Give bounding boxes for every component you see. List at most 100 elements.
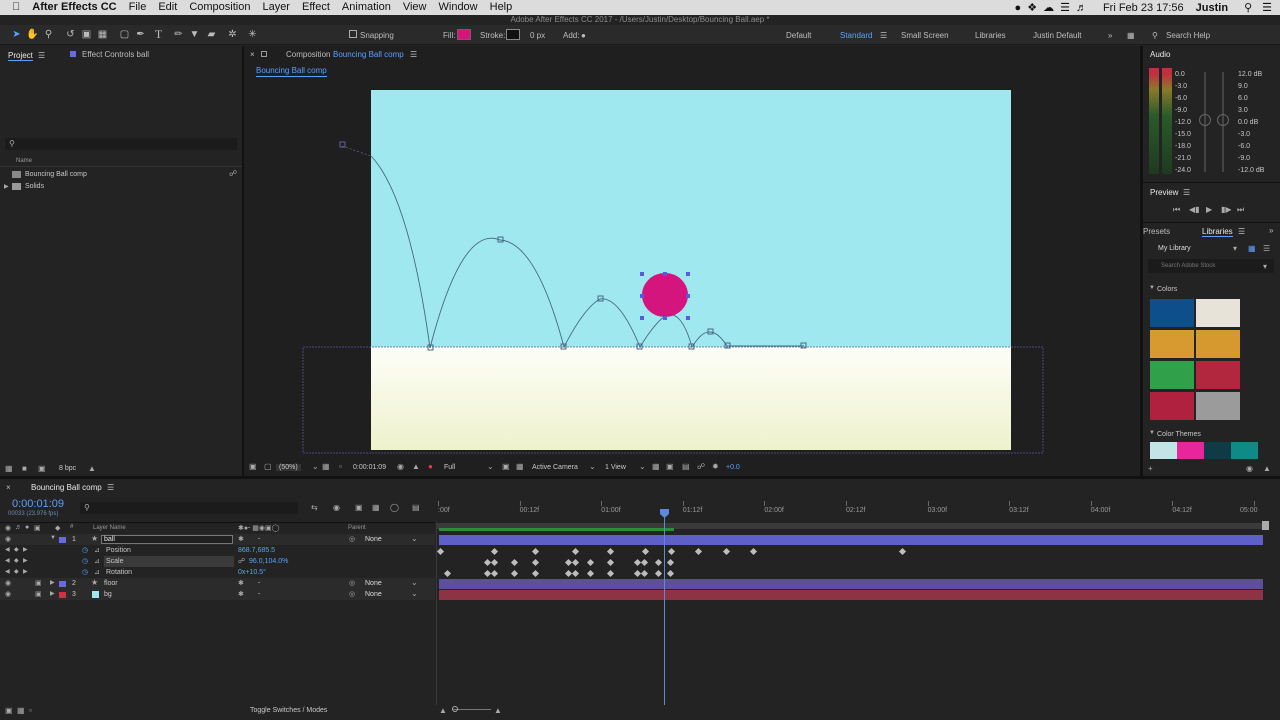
snapshot-icon[interactable]: ◉ <box>397 462 404 471</box>
view-layout-dropdown[interactable]: 1 View <box>605 464 626 471</box>
layer-row[interactable]: ◉ ▣ ▶ 3 bg ✱ ╴ ◎ None ⌄ <box>0 589 435 600</box>
collapse-switch-icon[interactable]: ✱ <box>238 535 244 543</box>
library-dropdown[interactable]: My Library <box>1158 245 1191 252</box>
stretch-icon[interactable]: ▫ <box>29 706 32 715</box>
solo-icon[interactable]: ● <box>25 524 29 531</box>
keyframe[interactable] <box>531 547 540 556</box>
search-help-input[interactable]: Search Help <box>1166 31 1210 40</box>
keyframe[interactable] <box>531 558 540 567</box>
prev-keyframe-icon[interactable]: ◀ <box>5 557 10 564</box>
draft-3d-icon[interactable]: ◉ <box>333 503 340 512</box>
layer-name[interactable]: floor <box>104 580 118 587</box>
color-swatch[interactable] <box>1150 330 1194 358</box>
audio-slider-thumb[interactable] <box>1199 114 1211 126</box>
layer-bar-ball[interactable] <box>439 535 1263 545</box>
parent-header[interactable]: Parent <box>348 525 366 531</box>
preview-menu-icon[interactable]: ☰ <box>1183 188 1190 197</box>
chevron-down-icon[interactable]: ▾ <box>1263 262 1267 271</box>
menu-help[interactable]: Help <box>484 0 519 15</box>
new-comp-icon[interactable]: ▣ <box>38 464 46 473</box>
pickwhip-icon[interactable]: ◎ <box>349 590 355 598</box>
interpret-footage-icon[interactable]: ▦ <box>5 464 13 473</box>
lock-icon[interactable]: ▣ <box>35 579 42 587</box>
comp-timecode[interactable]: 0:00:01:09 <box>353 464 386 471</box>
keyframe[interactable] <box>667 547 676 556</box>
keyframe[interactable] <box>586 569 595 578</box>
comp-viewer[interactable] <box>244 46 1140 476</box>
keyframe[interactable] <box>606 547 615 556</box>
visibility-eye-icon[interactable]: ◉ <box>5 590 11 598</box>
keyframe[interactable] <box>436 547 445 556</box>
chevron-down-icon[interactable]: ⌄ <box>589 462 596 471</box>
pickwhip-icon[interactable]: ◎ <box>349 579 355 587</box>
flowchart-icon[interactable]: ☍ <box>697 462 705 471</box>
timeline-search-input[interactable] <box>80 502 298 514</box>
layer-bar-floor[interactable] <box>439 579 1263 589</box>
workspace-standard[interactable]: Standard <box>840 31 872 40</box>
roto-brush-tool-icon[interactable]: ✲ <box>226 28 239 41</box>
quality-switch-icon[interactable]: ╴ <box>258 590 262 598</box>
zoom-slider-thumb[interactable] <box>452 706 458 712</box>
layer-name[interactable]: bg <box>104 591 112 598</box>
current-timecode[interactable]: 0:00:01:09 <box>12 498 64 510</box>
brush-tool-icon[interactable]: ✏ <box>172 28 185 41</box>
keyframe[interactable] <box>666 558 675 567</box>
close-tab-icon[interactable]: × <box>6 483 11 492</box>
color-swatch[interactable] <box>1150 361 1194 389</box>
chevron-down-icon[interactable]: ⌄ <box>411 534 418 543</box>
column-name-header[interactable]: Name <box>16 158 32 164</box>
tab-effect-controls[interactable]: Effect Controls ball <box>82 50 149 59</box>
timeline-icon[interactable]: ▤ <box>682 462 690 471</box>
keyframe[interactable] <box>666 569 675 578</box>
workspace-libraries[interactable]: Libraries <box>975 31 1006 40</box>
search-icon[interactable]: ⚲ <box>1244 1 1252 14</box>
keyframe[interactable] <box>606 569 615 578</box>
graph-icon[interactable]: ⊿ <box>94 557 100 565</box>
project-item-solids[interactable]: Solids <box>25 183 44 190</box>
wifi-icon[interactable]: ☰ <box>1060 1 1070 14</box>
first-frame-icon[interactable]: ⏮ <box>1173 205 1180 215</box>
keyframe[interactable] <box>490 558 499 567</box>
next-keyframe-icon[interactable]: ▶ <box>23 568 28 575</box>
fill-swatch[interactable] <box>457 29 471 40</box>
puppet-tool-icon[interactable]: ✳ <box>246 28 259 41</box>
audio-slider-thumb[interactable] <box>1217 114 1229 126</box>
modes-icon[interactable]: ▦ <box>17 706 25 715</box>
clone-stamp-tool-icon[interactable]: ▼ <box>188 28 201 41</box>
keyframe[interactable] <box>571 558 580 567</box>
keyframe[interactable] <box>606 558 615 567</box>
label-icon[interactable]: ◆ <box>55 524 60 532</box>
apple-icon[interactable]:  <box>0 0 26 15</box>
expand-triangle-icon[interactable]: ▶ <box>4 183 9 190</box>
type-tool-icon[interactable]: T <box>152 28 165 41</box>
trash-icon[interactable]: ▲ <box>88 464 96 473</box>
workspace-small-screen[interactable]: Small Screen <box>901 31 949 40</box>
chevron-down-icon[interactable]: ▾ <box>1233 244 1237 253</box>
clock-datetime[interactable]: Fri Feb 23 17:56 <box>1103 2 1184 14</box>
user-name[interactable]: Justin <box>1196 2 1228 14</box>
chevron-down-icon[interactable]: ⌄ <box>639 462 646 471</box>
new-folder-icon[interactable]: ■ <box>22 464 27 473</box>
lock-icon[interactable]: ▣ <box>34 524 41 532</box>
channel-icon[interactable]: ● <box>428 462 433 471</box>
tab-libraries[interactable]: Libraries <box>1202 227 1233 237</box>
grid-view-icon[interactable]: ▦ <box>1248 244 1256 253</box>
lock-icon[interactable]: ▣ <box>35 590 42 598</box>
workspace-menu-icon[interactable]: ☰ <box>880 31 887 40</box>
add-keyframe-icon[interactable]: ◆ <box>14 568 19 575</box>
project-item-comp[interactable]: Bouncing Ball comp <box>25 171 87 178</box>
cloud-icon[interactable]: ☁ <box>1043 1 1054 14</box>
next-keyframe-icon[interactable]: ▶ <box>23 557 28 564</box>
property-row[interactable]: ◀ ◆ ▶ ◷ ⊿ Scale ☍ 96.0,104.0% <box>0 556 435 567</box>
keyframe[interactable] <box>640 558 649 567</box>
keyframe[interactable] <box>490 547 499 556</box>
visibility-eye-icon[interactable]: ◉ <box>5 579 11 587</box>
layer-label-color[interactable] <box>59 592 66 598</box>
expand-triangle-icon[interactable]: ▶ <box>50 579 55 586</box>
next-keyframe-icon[interactable]: ▶ <box>23 546 28 553</box>
quality-switch-icon[interactable]: ╴ <box>258 535 262 543</box>
visibility-eye-icon[interactable]: ◉ <box>5 535 11 543</box>
more-panels-icon[interactable]: » <box>1269 226 1273 235</box>
project-search-input[interactable] <box>5 138 237 150</box>
keyframe[interactable] <box>490 569 499 578</box>
